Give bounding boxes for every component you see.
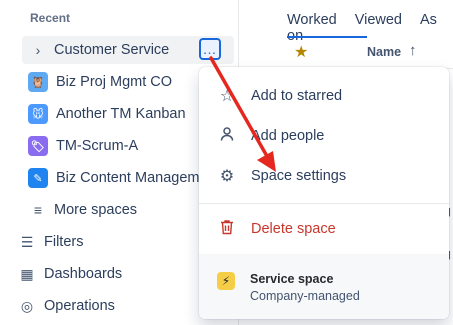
menu-item-add-to-starred[interactable]: ☆ Add to starred <box>199 76 449 116</box>
more-actions-button[interactable]: … <box>199 38 221 60</box>
dashboard-icon: ▦ <box>20 265 34 282</box>
mouse-avatar-icon: 🐭 <box>28 104 48 124</box>
space-actions-menu: ☆ Add to starred Add people ⚙ Space sett… <box>199 67 449 319</box>
sidebar-item-label: More spaces <box>54 202 138 218</box>
tab-worked-on[interactable]: Worked on <box>287 12 337 44</box>
active-tab-indicator <box>287 36 367 38</box>
space-type-subtitle: Company-managed <box>250 289 360 303</box>
sidebar-item-label: Customer Service <box>54 42 170 58</box>
main-tabs: Worked on Viewed As <box>287 12 453 44</box>
star-icon: ☆ <box>219 88 235 105</box>
gear-icon: ⚙ <box>219 168 235 185</box>
menu-item-label: Space settings <box>251 168 347 184</box>
nav-label: Filters <box>44 234 84 250</box>
menu-item-label: Add to starred <box>251 88 343 104</box>
nav-filters[interactable]: ☰ Filters <box>18 229 84 255</box>
tab-assigned[interactable]: As <box>420 12 437 44</box>
menu-item-add-people[interactable]: Add people <box>199 116 449 156</box>
nav-dashboards[interactable]: ▦ Dashboards <box>18 261 122 287</box>
menu-item-label: Delete space <box>251 221 336 237</box>
trash-icon <box>217 219 237 240</box>
filter-icon: ☰ <box>20 233 34 250</box>
sidebar-item-label: Another TM Kanban <box>56 106 186 122</box>
sort-ascending-icon[interactable]: ↑ <box>409 42 417 59</box>
star-column-icon: ★ <box>294 44 309 61</box>
menu-item-label: Add people <box>251 128 325 144</box>
sidebar-item-label: Biz Content Managem <box>56 170 200 186</box>
nav-operations[interactable]: ◎ Operations <box>18 293 115 319</box>
tag-avatar-icon: 🏷 <box>28 136 48 156</box>
pen-avatar-icon: ✎ <box>28 168 48 188</box>
sidebar-item-label: TM-Scrum-A <box>56 138 139 154</box>
recent-section-title: Recent <box>30 11 71 25</box>
name-column-header[interactable]: Name <box>367 45 401 59</box>
person-icon <box>217 126 237 147</box>
sidebar-item-label: Biz Proj Mgmt CO <box>56 74 173 90</box>
menu-item-space-settings[interactable]: ⚙ Space settings <box>199 156 449 196</box>
more-spaces-icon: ≡ <box>33 202 43 218</box>
more-icon: … <box>202 41 218 57</box>
bolt-icon: ⚡ <box>217 272 235 290</box>
menu-item-delete-space[interactable]: Delete space <box>199 209 449 249</box>
owl-avatar-icon: 🦉 <box>28 72 48 92</box>
tab-viewed[interactable]: Viewed <box>355 12 402 44</box>
space-type-info: ⚡ Service space Company-managed <box>199 254 449 319</box>
space-type-title: Service space <box>250 272 334 286</box>
chevron-right-icon[interactable]: › <box>30 42 46 58</box>
nav-label: Operations <box>44 298 115 314</box>
menu-divider <box>199 203 449 204</box>
nav-label: Dashboards <box>44 266 123 282</box>
operations-icon: ◎ <box>20 297 34 314</box>
